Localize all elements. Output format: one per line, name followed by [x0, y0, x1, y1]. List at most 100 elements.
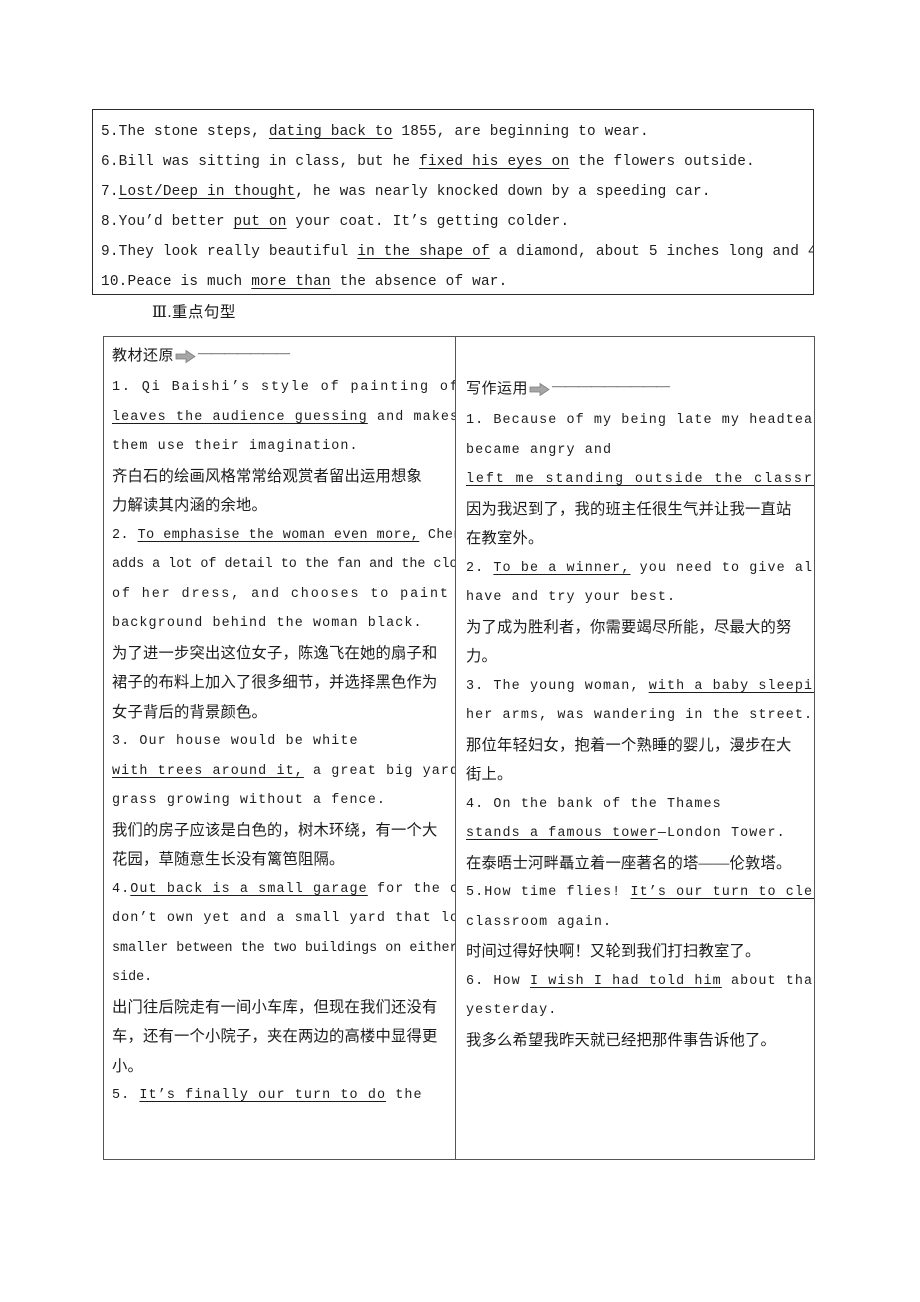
exercise-number: 5. — [101, 124, 119, 140]
plain-text: Peace is much — [127, 274, 252, 290]
translation-line: 力解读其内涵的余地。 — [112, 491, 453, 521]
sentence-line: left me standing outside the classroom. — [466, 465, 814, 495]
textbook-restore-tag: 教材还原 ——————— — [112, 343, 453, 369]
sentence-line: 6. How I wish I had told him about that — [466, 967, 814, 997]
plain-text: 在教室外。 — [466, 530, 544, 547]
sentence-line: background behind the woman black. — [112, 609, 453, 639]
translation-line: 为了成为胜利者，你需要竭尽所能，尽最大的努 — [466, 613, 812, 643]
translation-line: 那位年轻妇女，抱着一个熟睡的婴儿，漫步在大 — [466, 731, 812, 761]
plain-text: , he was nearly knocked down by a speedi… — [295, 184, 711, 200]
exercise-line: 5. The stone steps, dating back to 1855,… — [101, 117, 813, 147]
plain-text: adds a lot of detail to the fan and the … — [112, 557, 456, 572]
exercise-number: 7. — [101, 184, 119, 200]
plain-text: 2. — [466, 560, 494, 576]
section-heading: Ⅲ.重点句型 — [152, 304, 236, 321]
plain-text: 我多么希望我昨天就已经把那件事告诉他了。 — [466, 1031, 776, 1049]
plain-text: 力解读其内涵的余地。 — [112, 497, 267, 514]
sentence-line: have and try your best. — [466, 583, 812, 613]
sentence-line: 1. Qi Baishi’s style of painting often — [112, 373, 456, 403]
plain-text: 2. — [112, 527, 138, 543]
plain-text: background behind the woman black. — [112, 616, 423, 631]
plain-text: about that — [721, 973, 814, 989]
plain-text: 车，还有一个小院子，夹在两边的高楼中显得更 — [112, 1028, 438, 1045]
table-cell-writing-application: 写作运用 ————————— 1. Because of my being la… — [456, 337, 814, 1159]
plain-text: 小。 — [112, 1057, 143, 1075]
sentence-line: 3. The young woman, with a baby sleeping… — [466, 672, 814, 702]
exercise-list: 5. The stone steps, dating back to 1855,… — [93, 110, 813, 294]
sentence-line: 5.How time flies! It’s our turn to clean… — [466, 878, 814, 908]
plain-text: side. — [112, 970, 153, 985]
answer-text: more than — [251, 274, 331, 290]
sentence-line: 5. It’s finally our turn to do the — [112, 1081, 453, 1111]
translation-line: 时间过得好快啊！又轮到我们打扫教室了。 — [466, 937, 812, 967]
plain-text: a diamond, about 5 inches long and 4 inc… — [498, 244, 813, 260]
answer-text: To be a winner, — [493, 560, 631, 576]
plain-text: 4. On the bank of the Thames — [466, 796, 722, 812]
sentence-line: leaves the audience guessing and makes — [112, 403, 456, 433]
table-cell-textbook-restore: 教材还原 ——————— 1. Qi Baishi’s style of pai… — [104, 337, 456, 1159]
sentence-line: 4. On the bank of the Thames — [466, 790, 812, 820]
plain-text: classroom again. — [466, 914, 613, 930]
plain-text: Bill was sitting in class, but he — [118, 154, 420, 170]
exercise-number: 9. — [101, 244, 119, 260]
translation-line: 在教室外。 — [466, 524, 812, 554]
exercise-line: 9. They look really beautiful in the sha… — [101, 237, 813, 267]
plain-text: your coat. It’s getting colder. — [286, 214, 570, 230]
sentence-line: them use their imagination. — [112, 432, 453, 462]
textbook-restore-lines: 1. Qi Baishi’s style of painting often le… — [112, 373, 456, 1111]
answer-text: leaves the audience guessing — [112, 409, 368, 425]
answer-text: put on — [233, 214, 287, 230]
exercise-number: 10. — [101, 274, 128, 290]
plain-text: 那位年轻妇女，抱着一个熟睡的婴儿，漫步在大 — [466, 736, 792, 754]
plain-text: grass growing without a fence. — [112, 793, 387, 808]
plain-text: 为了成为胜利者，你需要竭尽所能，尽最大的努 — [466, 618, 792, 636]
plain-text: them use their imagination. — [112, 439, 359, 454]
writing-application-rule: ————————— — [552, 379, 670, 394]
translation-line: 裙子的布料上加入了很多细节，并选择黑色作为 — [112, 668, 453, 698]
plain-text: 5. — [112, 1088, 140, 1103]
plain-text: her arms, was wandering in the street. — [466, 708, 814, 723]
plain-text: 5.How time flies! — [466, 885, 631, 900]
plain-text: the — [386, 1088, 423, 1103]
plain-text: a great big yard and — [312, 763, 456, 779]
plain-text: 在泰晤士河畔聶立着一座著名的塔——伦敦塔。 — [466, 854, 792, 872]
writing-application-label: 写作运用 — [466, 381, 529, 397]
answer-text: with trees around it, — [112, 763, 304, 779]
plain-text: 为了进一步突出这位女子，陈逸飞在她的扇子和 — [112, 644, 438, 662]
sentence-line: side. — [112, 963, 453, 993]
plain-text: 1. Because of my being late my headteach… — [466, 413, 814, 428]
plain-text: 6. How — [466, 973, 530, 989]
translation-line: 街上。 — [466, 760, 812, 790]
plain-text: 花园，草随意生长没有篱笆阻隔。 — [112, 851, 345, 868]
plain-text: 裙子的布料上加入了很多细节，并选择黑色作为 — [112, 674, 438, 691]
sentence-patterns-table: 教材还原 ——————— 1. Qi Baishi’s style of pai… — [103, 336, 815, 1160]
sentence-line: 4.Out back is a small garage for the car… — [112, 875, 455, 905]
answer-text: To emphasise the woman even more, — [137, 527, 420, 543]
translation-line: 为了进一步突出这位女子，陈逸飞在她的扇子和 — [112, 639, 453, 669]
exercise-line: 7. Lost/Deep in thought, he was nearly k… — [101, 177, 813, 207]
plain-text: and makes — [367, 409, 456, 425]
plain-text: 时间过得好快啊！又轮到我们打扫教室了。 — [466, 943, 761, 960]
sentence-line: with trees around it, a great big yard a… — [112, 757, 456, 787]
sentence-line: 3. Our house would be white — [112, 727, 453, 757]
sentence-line: 2. To be a winner, you need to give all … — [466, 554, 814, 584]
answer-text: I wish I had told him — [529, 973, 722, 989]
plain-text: 街上。 — [466, 766, 513, 783]
sentence-line: don’t own yet and a small yard that look… — [112, 904, 456, 934]
plain-text: The stone steps, — [118, 124, 269, 140]
sentence-line: smaller between the two buildings on eit… — [112, 934, 455, 964]
plain-text: the flowers outside. — [569, 154, 755, 170]
sentence-line: adds a lot of detail to the fan and the … — [112, 550, 456, 580]
arrow-right-icon — [529, 382, 551, 397]
answer-text: stands a famous tower — [466, 826, 658, 841]
plain-text: 1. Qi Baishi’s style of painting often — [112, 380, 456, 395]
plain-text: don’t own yet and a small yard that look… — [112, 911, 456, 926]
writing-application-lines: 1. Because of my being late my headteach… — [466, 406, 814, 1055]
translation-line: 出门往后院走有一间小车库，但现在我们还没有 — [112, 993, 453, 1023]
plain-text: the absence of war. — [330, 274, 508, 290]
sentence-line: yesterday. — [466, 996, 812, 1026]
plain-text: 因为我迟到了，我的班主任很生气并让我一直站 — [466, 500, 792, 518]
translation-line: 车，还有一个小院子，夹在两边的高楼中显得更 — [112, 1022, 453, 1052]
answer-text: fixed his eyes on — [419, 154, 570, 170]
plain-text: 3. Our house would be white — [112, 734, 359, 749]
